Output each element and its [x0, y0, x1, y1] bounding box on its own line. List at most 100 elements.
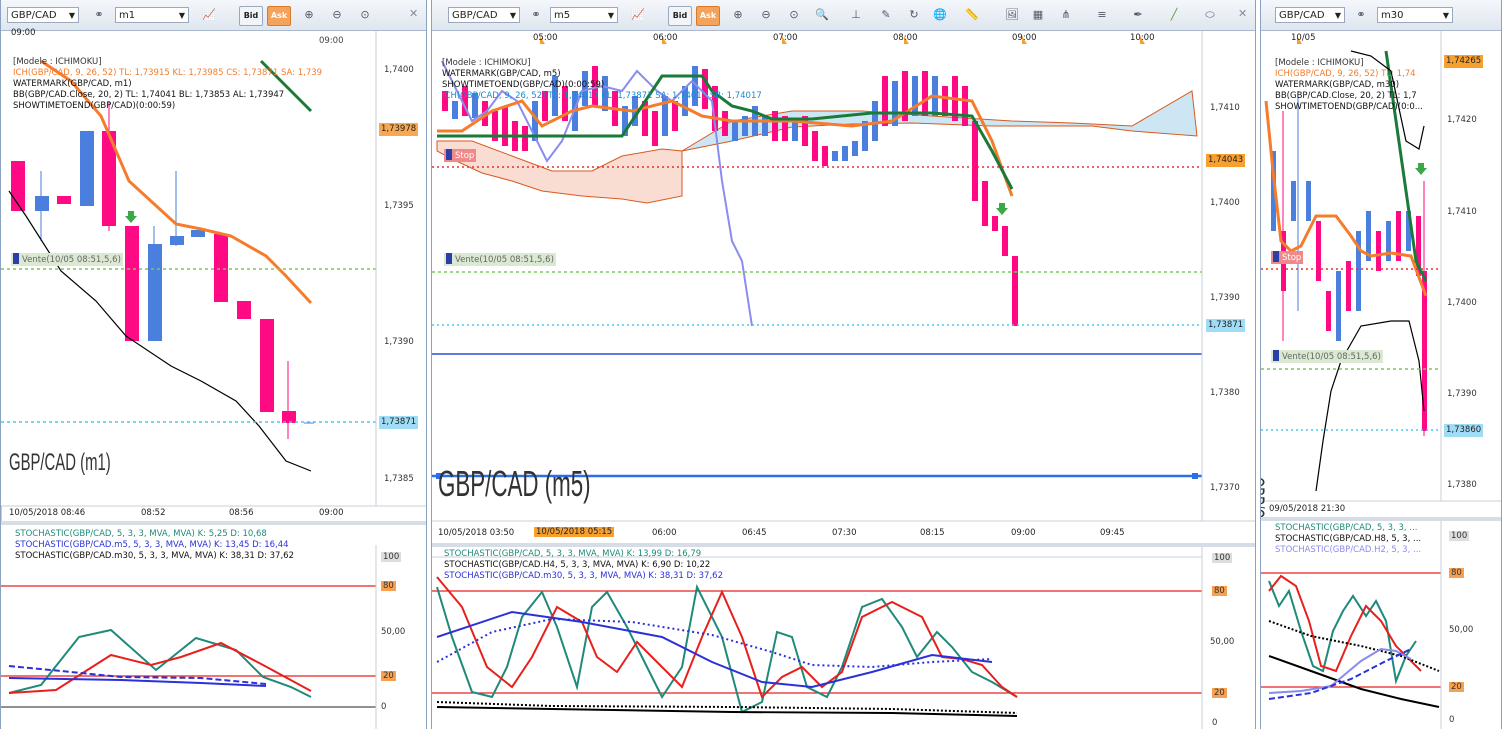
price-tag-blue: 1,73860 [1444, 424, 1484, 437]
info-line-timer: SHOWTIMETOEND(GBP/CAD)(0:00:59) [442, 80, 605, 90]
price-pane: 05:00 06:00 07:00 08:00 09:00 10:00 [Mod… [432, 31, 1255, 543]
watermark-label: GBP/CAD (m5) [438, 463, 591, 504]
magnifier-icon[interactable]: 🔍 [812, 6, 832, 24]
chart-type-icon[interactable]: 📈 [628, 6, 648, 24]
stoch-legend-line: STOCHASTIC(GBP/CAD.m5, 5, 3, 3, MVA, MVA… [15, 540, 289, 550]
line-style-icon[interactable]: ≡ [1092, 6, 1112, 24]
time-tick: 09:00 [319, 508, 344, 518]
stop-text: Stop [455, 151, 475, 161]
top-time-label-09: 09:00 [319, 36, 344, 46]
symbol-select[interactable]: GBP/CAD ▼ [448, 7, 520, 23]
zoom-in-icon[interactable]: ⊕ [299, 6, 319, 24]
stochastic-pane: STOCHASTIC(GBP/CAD, 5, 3, 3, ... STOCHAS… [1261, 521, 1501, 729]
bollinger-lower [1315, 320, 1425, 492]
sell-arrow-icon [125, 211, 137, 223]
zoom-out-icon[interactable]: ⊖ [756, 6, 776, 24]
zoom-out-icon[interactable]: ⊖ [327, 6, 347, 24]
candle [125, 226, 139, 341]
candle [214, 234, 228, 302]
zoom-reset-icon[interactable]: ⊙ [784, 6, 804, 24]
ask-button[interactable]: Ask [267, 6, 291, 26]
stoch-legend-line: STOCHASTIC(GBP/CAD.H8, 5, 3, ... [1275, 534, 1422, 544]
image-icon[interactable]: 🖼 [1002, 6, 1022, 24]
top-time-label: 09:00 [1012, 33, 1037, 43]
pen-icon[interactable]: ✒ [1128, 6, 1148, 24]
time-tick: 10/05/2018 08:46 [9, 508, 86, 518]
chart-toolbar: GBP/CAD ▼ ⚭ m5 ▼ 📈 Bid Ask ⊕ ⊖ ⊙ 🔍 ⊥ ✎ ↻ 🌐… [432, 0, 1255, 31]
close-icon[interactable]: ✕ [409, 7, 418, 20]
template-icon[interactable]: ▦ [1028, 6, 1048, 24]
stoch-tick: 50,00 [1210, 637, 1235, 647]
price-tag-blue: 1,73871 [1206, 319, 1246, 332]
price-tick: 1,7390 [384, 337, 414, 347]
candle [260, 319, 274, 412]
globe-icon[interactable]: 🌐 [930, 6, 950, 24]
timeframe-value: m30 [1381, 10, 1404, 21]
price-tick: 1,7390 [1210, 293, 1240, 303]
stoch-tick: 100 [1449, 531, 1470, 541]
bid-button[interactable]: Bid [239, 6, 263, 26]
refresh-icon[interactable]: ↻ [904, 6, 924, 24]
trendline-icon[interactable]: ╱ [1164, 6, 1184, 24]
price-tag-orange: 1,74265 [1444, 55, 1484, 68]
stoch-tick: 20 [381, 671, 396, 681]
ellipse-icon[interactable]: ⬭ [1200, 6, 1220, 24]
bid-button[interactable]: Bid [668, 6, 692, 26]
info-line-model: [Modele : ICHIMOKU] [442, 58, 531, 68]
price-tick: 1,7400 [384, 65, 414, 75]
stoch-tick: 20 [1449, 682, 1464, 692]
zoom-in-icon[interactable]: ⊕ [728, 6, 748, 24]
stoch-legend-line: STOCHASTIC(GBP/CAD.H2, 5, 3, ... [1275, 545, 1422, 555]
candle [57, 196, 71, 204]
chart-type-icon[interactable]: 📈 [199, 6, 219, 24]
symbol-select[interactable]: GBP/CAD ▼ [1275, 7, 1345, 23]
ruler-icon[interactable]: 📏 [962, 6, 982, 24]
timeframe-select[interactable]: m1 ▼ [115, 7, 189, 23]
price-pane: 10/05 [Modele : ICHIMOKU] ICH(GBP/CAD, 9… [1261, 31, 1501, 575]
candle [80, 131, 94, 206]
price-tick: 1,7410 [1210, 103, 1240, 113]
price-tick: 1,7370 [1210, 483, 1240, 493]
link-icon[interactable]: ⚭ [1351, 6, 1371, 24]
info-line-bb: BB(GBP/CAD.Close, 20, 2) TL: 1,74041 BL:… [13, 90, 285, 100]
candle [282, 411, 296, 423]
info-line-model: [Modele : ICHIMOKU] [13, 57, 102, 67]
fork-icon[interactable]: ⋔ [1056, 6, 1076, 24]
chart-window-m30: GBP/CAD ▼ ⚭ m30 ▼ 10/05 [Modele: ICHIMO… [1260, 0, 1502, 729]
price-tick: 1,7400 [1447, 298, 1477, 308]
vente-label: Vente(10/05 08:51,5,6) [11, 253, 123, 266]
time-tick: 08:15 [920, 528, 945, 538]
indicator-icon[interactable]: ⊥ [846, 6, 866, 24]
candle [148, 244, 162, 341]
time-tick: 09/05/2018 21:30 [1269, 504, 1346, 514]
timeframe-select[interactable]: m30 ▼ [1377, 7, 1453, 23]
symbol-value: GBP/CAD [452, 10, 498, 21]
stoch-legend-line: STOCHASTIC(GBP/CAD, 5, 3, 3, MVA, MVA) K… [15, 529, 267, 539]
chart-toolbar: GBP/CAD ▼ ⚭ m1 ▼ 📈 Bid Ask ⊕ ⊖ ⊙ ✕ [1, 0, 426, 31]
link-icon[interactable]: ⚭ [526, 6, 546, 24]
vente-text: Vente(10/05 08:51,5,6) [455, 255, 554, 265]
stoch-tick: 0 [381, 702, 387, 712]
price-tick: 1,7380 [1447, 480, 1477, 490]
timeframe-value: m5 [554, 10, 571, 21]
vente-text: Vente(10/05 08:51,5,6) [22, 255, 121, 265]
ask-button[interactable]: Ask [696, 6, 720, 26]
edit-icon[interactable]: ✎ [876, 6, 896, 24]
price-tick: 1,7420 [1447, 115, 1477, 125]
info-line-watermark: WATERMARK(GBP/CAD, m5) [442, 69, 561, 79]
stoch-tick: 20 [1212, 688, 1227, 698]
symbol-value: GBP/CAD [11, 10, 57, 21]
info-line-watermark: WATERMARK(GBP/CAD, m1) [13, 79, 132, 89]
time-tick: 08:52 [141, 508, 166, 518]
candle [35, 196, 49, 211]
close-icon[interactable]: ✕ [1238, 7, 1247, 20]
timeframe-select[interactable]: m5 ▼ [550, 7, 618, 23]
info-line-bb: BB(GBP/CAD.Close, 20, 2) TL: 1,7 [1275, 91, 1417, 101]
top-time-label: 09:00 [11, 28, 36, 38]
link-icon[interactable]: ⚭ [89, 6, 109, 24]
symbol-select[interactable]: GBP/CAD ▼ [7, 7, 79, 23]
stoch-legend-line: STOCHASTIC(GBP/CAD, 5, 3, 3, MVA, MVA) K… [444, 549, 702, 559]
time-tick: 07:30 [832, 528, 857, 538]
zoom-reset-icon[interactable]: ⊙ [355, 6, 375, 24]
stoch-legend: STOCHASTIC(GBP/CAD, 5, 3, 3, MVA, MVA) K… [15, 529, 294, 562]
